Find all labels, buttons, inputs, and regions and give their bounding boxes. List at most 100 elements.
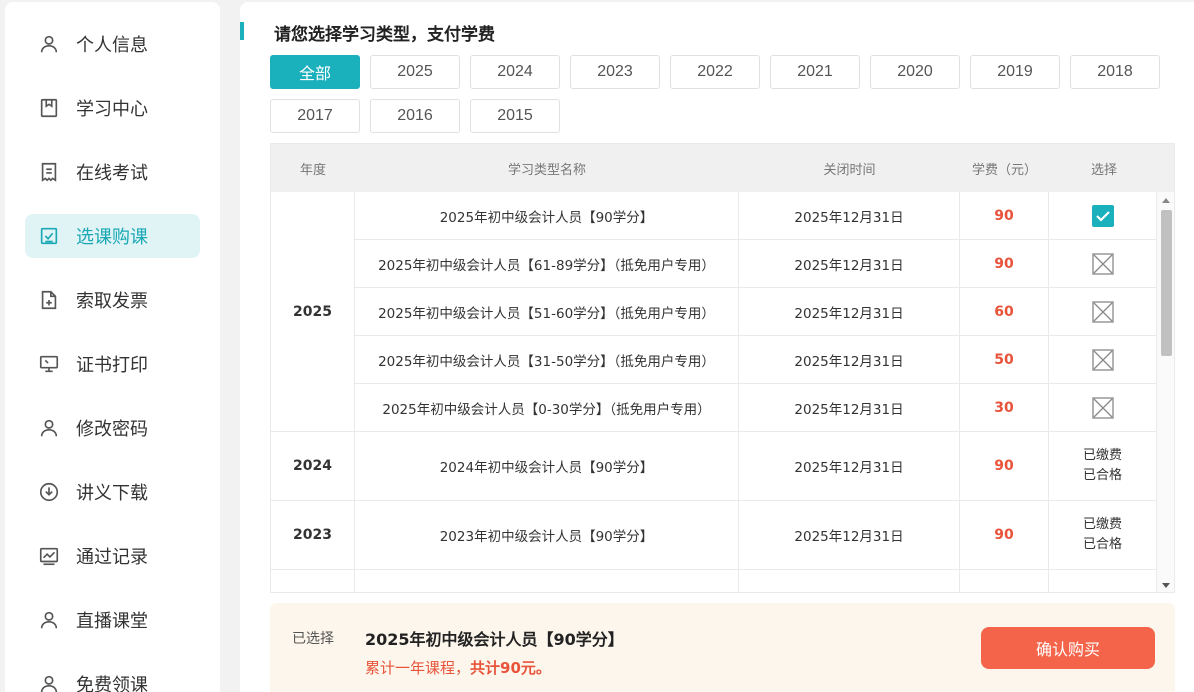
year-cell: 2023	[271, 501, 355, 570]
course-name-cell	[355, 570, 739, 592]
bookmark-icon	[37, 96, 61, 120]
year-filter-3[interactable]: 2023	[570, 55, 660, 89]
column-header-1: 学习类型名称	[507, 162, 586, 178]
sidebar-item-4[interactable]: 索取发票	[25, 278, 200, 322]
sidebar-item-label: 索取发票	[76, 291, 148, 312]
monitor-icon	[37, 352, 61, 376]
sidebar-item-label: 通过记录	[76, 547, 148, 568]
checkbox-icon	[37, 224, 61, 248]
scroll-up-arrow-icon[interactable]	[1162, 198, 1170, 203]
table-body[interactable]: 2025 2025年初中级会计人员【90学分】 2025年12月31日 90 2025年…	[271, 192, 1157, 592]
scroll-thumb[interactable]	[1161, 210, 1172, 356]
status-passed: 已合格	[1082, 468, 1122, 483]
checkbox-disabled-icon	[1091, 300, 1114, 323]
year-filter-11[interactable]: 2015	[470, 99, 560, 133]
year-filter-4[interactable]: 2022	[670, 55, 760, 89]
user-icon	[37, 608, 61, 632]
fee-cell: 90	[960, 432, 1049, 501]
year-filter-10[interactable]: 2016	[370, 99, 460, 133]
select-cell	[1049, 384, 1157, 432]
close-time-cell	[739, 570, 960, 592]
scroll-down-arrow-icon[interactable]	[1162, 583, 1170, 588]
sidebar: 个人信息学习中心在线考试选课购课索取发票证书打印修改密码讲义下载通过记录直播课堂…	[5, 2, 220, 692]
selected-course-total: 累计一年课程，共计90元。	[365, 657, 551, 678]
close-time-cell: 2025年12月31日	[739, 240, 960, 288]
fee-cell: 90	[960, 240, 1049, 288]
selected-course-title: 2025年初中级会计人员【90学分】	[365, 630, 624, 649]
year-filter-8[interactable]: 2018	[1070, 55, 1160, 89]
selected-label: 已选择	[292, 631, 334, 647]
select-cell: 已缴费 已合格	[1049, 501, 1157, 570]
close-time-cell: 2025年12月31日	[739, 288, 960, 336]
sidebar-item-label: 个人信息	[76, 35, 148, 56]
total-prefix: 累计一年课程，	[365, 659, 471, 677]
page-title: 请您选择学习类型，支付学费	[274, 25, 495, 45]
fee-cell: 60	[960, 288, 1049, 336]
total-amount: 共计90元。	[470, 659, 551, 677]
sidebar-item-label: 证书打印	[76, 355, 148, 376]
sidebar-item-10[interactable]: 免费领课	[25, 662, 200, 692]
sidebar-item-7[interactable]: 讲义下载	[25, 470, 200, 514]
confirm-purchase-button[interactable]: 确认购买	[981, 627, 1155, 669]
select-cell[interactable]	[1049, 192, 1157, 240]
fee-cell	[960, 570, 1049, 592]
title-accent-bar	[240, 22, 244, 40]
select-cell: 已缴费 已合格	[1049, 432, 1157, 501]
user-icon	[37, 416, 61, 440]
checkbox-disabled-icon	[1091, 252, 1114, 275]
course-name-cell: 2025年初中级会计人员【61-89学分】（抵免用户专用）	[355, 240, 739, 288]
status-passed: 已合格	[1082, 537, 1122, 552]
select-cell	[1049, 240, 1157, 288]
main-panel: 请您选择学习类型，支付学费 全部 2025 2024 2023 2022 2021 2020…	[240, 2, 1194, 692]
year-filter-0[interactable]: 全部	[270, 55, 360, 89]
selection-summary: 已选择 2025年初中级会计人员【90学分】 累计一年课程，共计90元。 确认购…	[270, 603, 1175, 692]
year-filter-7[interactable]: 2019	[970, 55, 1060, 89]
user-icon	[37, 32, 61, 56]
select-cell	[1049, 336, 1157, 384]
year-filter-5[interactable]: 2021	[770, 55, 860, 89]
course-name-cell: 2025年初中级会计人员【90学分】	[355, 192, 739, 240]
sidebar-item-8[interactable]: 通过记录	[25, 534, 200, 578]
year-filter-6[interactable]: 2020	[870, 55, 960, 89]
checkbox-disabled-icon	[1091, 348, 1114, 371]
status-paid: 已缴费	[1082, 517, 1122, 532]
sidebar-item-1[interactable]: 学习中心	[25, 86, 200, 130]
user-icon	[37, 672, 61, 692]
sidebar-item-9[interactable]: 直播课堂	[25, 598, 200, 642]
checkbox-disabled-icon	[1091, 396, 1114, 419]
sidebar-item-label: 讲义下载	[76, 483, 148, 504]
table-scrollbar[interactable]	[1157, 192, 1174, 592]
year-cell: 2024	[271, 432, 355, 501]
close-time-cell: 2025年12月31日	[739, 432, 960, 501]
close-time-cell: 2025年12月31日	[739, 192, 960, 240]
sidebar-item-5[interactable]: 证书打印	[25, 342, 200, 386]
course-name-cell: 2024年初中级会计人员【90学分】	[355, 432, 739, 501]
column-header-3: 学费（元）	[971, 162, 1037, 178]
close-time-cell: 2025年12月31日	[739, 336, 960, 384]
close-time-cell: 2025年12月31日	[739, 384, 960, 432]
status-paid: 已缴费	[1082, 448, 1122, 463]
sidebar-item-label: 在线考试	[76, 163, 148, 184]
year-filter-2[interactable]: 2024	[470, 55, 560, 89]
sidebar-item-0[interactable]: 个人信息	[25, 22, 200, 66]
sidebar-item-6[interactable]: 修改密码	[25, 406, 200, 450]
course-name-cell: 2023年初中级会计人员【90学分】	[355, 501, 739, 570]
checkbox-checked-icon[interactable]	[1091, 204, 1114, 227]
year-filter-1[interactable]: 2025	[370, 55, 460, 89]
select-cell: 已缴费	[1049, 570, 1157, 592]
course-name-cell: 2025年初中级会计人员【51-60学分】（抵免用户专用）	[355, 288, 739, 336]
select-cell	[1049, 288, 1157, 336]
sidebar-item-3[interactable]: 选课购课	[25, 214, 200, 258]
download-icon	[37, 480, 61, 504]
sidebar-item-label: 学习中心	[76, 99, 148, 120]
sidebar-item-2[interactable]: 在线考试	[25, 150, 200, 194]
year-filter-9[interactable]: 2017	[270, 99, 360, 133]
year-cell	[271, 570, 355, 592]
fee-cell: 30	[960, 384, 1049, 432]
course-name-cell: 2025年初中级会计人员【0-30学分】（抵免用户专用）	[355, 384, 739, 432]
column-header-0: 年度	[299, 162, 326, 178]
sidebar-item-label: 直播课堂	[76, 611, 148, 632]
column-header-4: 选择	[1090, 162, 1117, 178]
chart-icon	[37, 544, 61, 568]
fee-cell: 90	[960, 192, 1049, 240]
